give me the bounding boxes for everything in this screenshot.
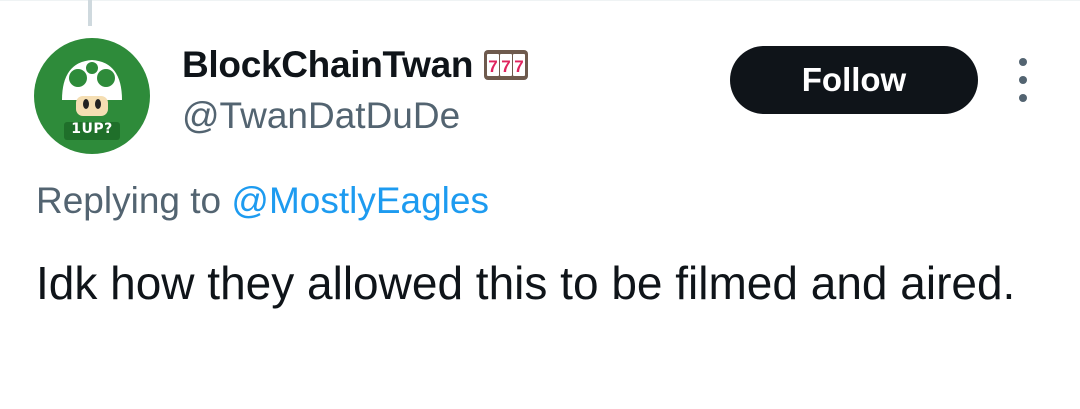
replying-to-line: Replying to @MostlyEagles <box>36 180 489 222</box>
svg-text:7: 7 <box>501 57 510 76</box>
author-handle[interactable]: @TwanDatDuDe <box>182 95 460 137</box>
slot-machine-777-icon: 7 7 7 <box>483 47 529 83</box>
more-dot <box>1019 94 1027 102</box>
replying-to-mention-link[interactable]: @MostlyEagles <box>231 180 489 221</box>
avatar[interactable]: 1UP? <box>34 38 150 154</box>
follow-button[interactable]: Follow <box>730 46 978 114</box>
avatar-1up-text: 1UP? <box>71 121 113 137</box>
more-dot <box>1019 76 1027 84</box>
author-display-name[interactable]: BlockChainTwan <box>182 44 473 86</box>
replying-prefix: Replying to <box>36 180 222 221</box>
thread-connector-line <box>88 0 92 26</box>
author-name-row: BlockChainTwan 7 7 7 <box>182 44 529 86</box>
svg-text:7: 7 <box>488 57 497 76</box>
svg-text:7: 7 <box>514 57 523 76</box>
tweet-text: Idk how they allowed this to be filmed a… <box>36 257 1016 309</box>
more-options-icon[interactable] <box>1008 58 1038 102</box>
more-dot <box>1019 58 1027 66</box>
top-divider <box>0 0 1080 1</box>
